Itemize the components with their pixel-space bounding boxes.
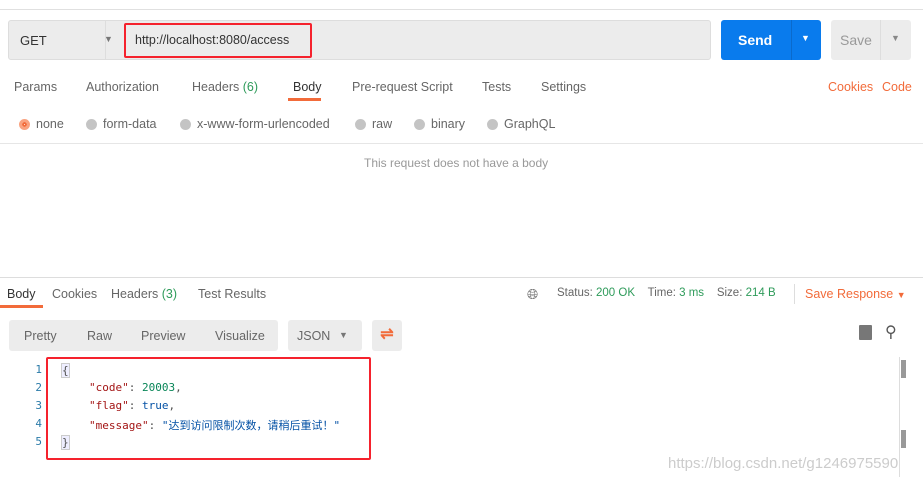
radio-raw[interactable]: raw [355,117,392,131]
divider [0,143,923,144]
copy-icon[interactable] [859,325,872,340]
radio-binary[interactable]: binary [414,117,465,131]
radio-icon [414,118,425,130]
active-tab-indicator [0,305,43,308]
watermark: https://blog.csdn.net/g1246975590 [668,455,899,472]
resp-tab-body[interactable]: Body [7,287,36,301]
line-number: 2 [35,381,42,394]
format-select[interactable]: JSON ▼ [288,320,362,351]
method-select[interactable]: GET [20,33,47,48]
save-label: Save [840,32,872,48]
view-raw[interactable]: Raw [87,329,112,343]
url-bar [8,20,711,60]
globe-icon[interactable]: 🌐︎ [527,286,538,303]
send-label: Send [738,32,773,48]
pane-divider[interactable] [0,277,923,278]
time-value: 3 ms [679,287,705,299]
top-divider [0,9,923,10]
save-response-label: Save Response [805,287,894,301]
radio-icon [180,118,191,130]
chevron-down-icon[interactable]: ▼ [891,33,900,43]
divider [105,20,106,60]
tab-headers[interactable]: Headers (6) [192,80,258,94]
line-number: 3 [35,399,42,412]
resp-tab-headers[interactable]: Headers (3) [111,287,177,301]
tab-settings[interactable]: Settings [541,80,586,94]
size-value: 214 B [745,287,776,299]
radio-urlencoded[interactable]: x-www-form-urlencoded [180,117,330,131]
radio-label: form-data [103,117,157,131]
time-label: Time: [647,287,676,299]
size-label: Size: [716,287,743,299]
tab-authorization[interactable]: Authorization [86,80,159,94]
status-value: 200 OK [596,287,636,299]
tab-params[interactable]: Params [14,80,57,94]
radio-label: x-www-form-urlencoded [197,117,330,131]
send-button[interactable]: Send ▼ [721,20,821,60]
view-preview[interactable]: Preview [141,329,185,343]
radio-label: binary [431,117,466,131]
save-button[interactable]: Save ▼ [831,20,911,60]
radio-label: GraphQL [504,117,556,131]
tab-tests[interactable]: Tests [482,80,511,94]
radio-icon [355,118,366,130]
scrollbar[interactable] [899,357,906,477]
radio-icon [86,118,97,130]
view-pretty[interactable]: Pretty [24,329,57,343]
tab-body[interactable]: Body [293,80,322,94]
view-visualize[interactable]: Visualize [215,329,265,343]
divider [794,284,795,304]
headers-count: (6) [242,80,259,94]
tab-label: Headers [111,287,159,301]
radio-label: raw [372,117,393,131]
headers-count: (3) [161,287,178,301]
highlight-box [46,357,371,460]
line-number: 4 [35,417,42,430]
response-meta: Status: 200 OK Time: 3 ms Size: 214 B [557,287,776,299]
chevron-down-icon: ▼ [339,330,348,340]
line-number: 1 [35,363,42,376]
format-label: JSON [297,329,331,343]
radio-graphql[interactable]: GraphQL [487,117,555,131]
cookies-link[interactable]: Cookies [828,80,873,94]
highlight-box [124,23,312,58]
radio-icon [487,118,498,130]
status-label: Status: [557,287,593,299]
active-tab-indicator [288,98,321,101]
code-link[interactable]: Code [882,80,912,94]
no-body-message: This request does not have a body [364,156,549,170]
resp-tab-cookies[interactable]: Cookies [52,287,97,301]
tab-pre-request-script[interactable]: Pre-request Script [352,80,453,94]
radio-icon [19,118,30,130]
resp-tab-test-results[interactable]: Test Results [198,287,266,301]
wrap-lines-icon[interactable]: ⇌ [372,320,402,351]
chevron-down-icon[interactable]: ▼ [801,33,810,43]
search-icon[interactable]: ⚲ [885,322,897,342]
line-number: 5 [35,435,42,448]
chevron-down-icon: ▼ [896,290,906,300]
radio-form-data[interactable]: form-data [86,117,157,131]
radio-label: none [36,117,64,131]
save-response-button[interactable]: Save Response ▼ [805,287,906,301]
radio-none[interactable]: none [19,117,64,131]
tab-label: Headers [192,80,240,94]
